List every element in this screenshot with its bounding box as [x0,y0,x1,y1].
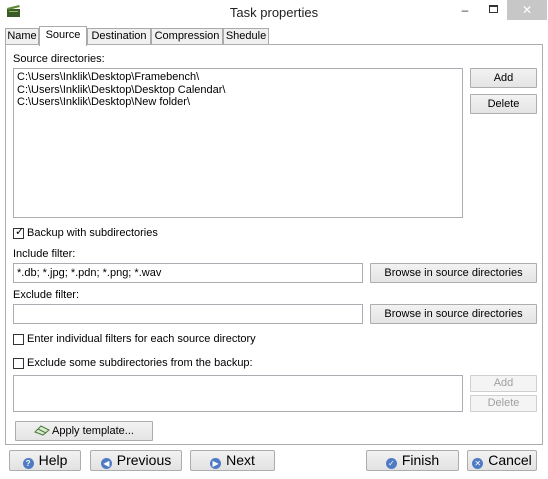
backup-subdirectories-checkbox[interactable]: ✓ [13,226,25,239]
exclude-filter-input[interactable] [13,304,363,324]
source-directories-list[interactable]: C:\Users\Inklik\Desktop\Framebench\ C:\U… [13,68,463,218]
eraser-icon [34,425,50,436]
add-excluded-button[interactable]: Add [470,375,537,392]
help-icon: ? [22,458,34,469]
add-directory-button[interactable]: Add [470,68,537,88]
backup-subdirectories-label: Backup with subdirectories [27,227,158,239]
minimize-button[interactable]: – [452,0,478,20]
maximize-icon [488,5,498,14]
delete-excluded-button[interactable]: Delete [470,395,537,412]
include-filter-input[interactable]: *.db; *.jpg; *.pdn; *.png; *.wav [13,263,363,283]
arrow-right-icon: ▶ [210,458,222,469]
tab-compression[interactable]: Compression [151,28,223,45]
tab-name[interactable]: Name [5,28,39,45]
previous-button[interactable]: ◀ Previous [90,450,182,471]
arrow-left-icon: ◀ [100,458,112,469]
source-directories-label: Source directories: [13,53,105,65]
help-button[interactable]: ? Help [9,450,81,471]
cancel-circle-icon: ✕ [472,458,484,469]
checkmark-icon: ✓ [15,226,25,238]
browse-include-button[interactable]: Browse in source directories [370,263,537,283]
delete-directory-button[interactable]: Delete [470,94,537,114]
tab-source[interactable]: Source [39,26,87,46]
exclude-subdirectories-checkbox[interactable] [13,358,24,369]
browse-exclude-button[interactable]: Browse in source directories [370,304,537,324]
cancel-button[interactable]: ✕ Cancel [467,450,537,471]
excluded-subdirectories-list[interactable] [13,375,463,412]
tab-destination[interactable]: Destination [87,28,151,45]
title-bar: Task properties – ✕ [0,0,548,26]
maximize-button[interactable] [480,0,506,20]
exclude-subdirectories-label: Exclude some subdirectories from the bac… [27,357,253,369]
tab-shedule[interactable]: Shedule [223,28,269,45]
next-button[interactable]: ▶ Next [190,450,275,471]
apply-template-button[interactable]: Apply template... [15,421,153,441]
individual-filters-checkbox[interactable] [13,334,24,345]
close-button[interactable]: ✕ [507,0,547,20]
list-item[interactable]: C:\Users\Inklik\Desktop\Desktop Calendar… [14,84,462,97]
check-circle-icon: ✓ [385,458,397,469]
list-item[interactable]: C:\Users\Inklik\Desktop\New folder\ [14,96,462,109]
finish-button[interactable]: ✓ Finish [366,450,459,471]
list-item[interactable]: C:\Users\Inklik\Desktop\Framebench\ [14,71,462,84]
individual-filters-label: Enter individual filters for each source… [27,333,256,345]
include-filter-label: Include filter: [13,248,76,260]
exclude-filter-label: Exclude filter: [13,289,80,301]
